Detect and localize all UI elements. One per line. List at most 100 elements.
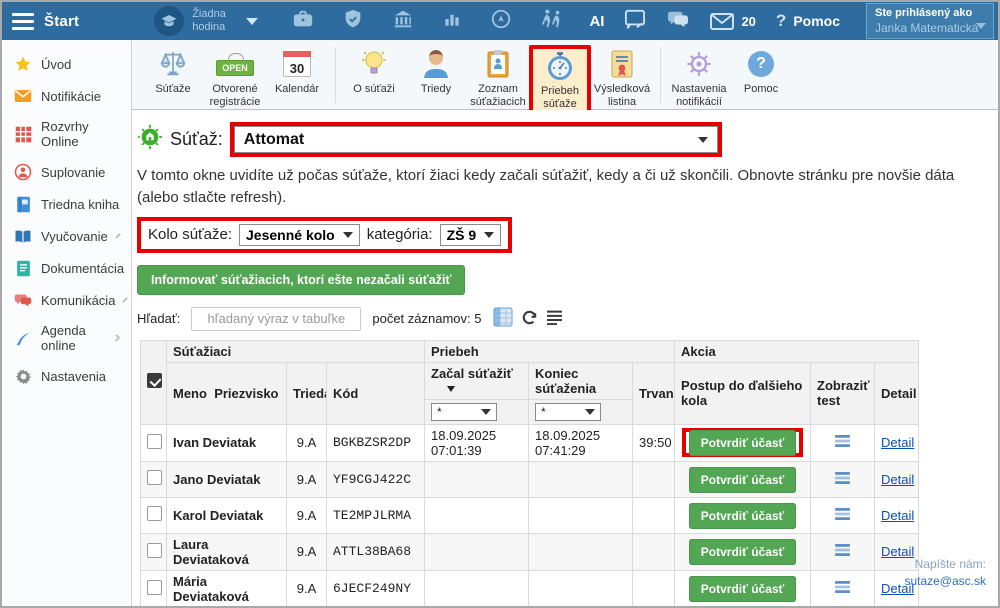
start-time <box>425 461 529 497</box>
show-test-icon[interactable] <box>835 472 850 487</box>
category-select[interactable]: ZŠ 9 <box>440 224 502 246</box>
row-checkbox[interactable] <box>147 580 162 595</box>
column-header-start[interactable]: Začal súťažiť <box>425 362 529 399</box>
sidebar-item-rozvrhy-online[interactable]: Rozvrhy Online <box>2 112 131 156</box>
competitor-name: Ivan Deviatak <box>167 424 287 461</box>
show-test-icon[interactable] <box>835 581 850 596</box>
category-label: kategória: <box>367 226 433 243</box>
start-filter-cell: * <box>425 399 529 424</box>
column-header-show-test[interactable]: Zobraziť test <box>811 362 875 424</box>
column-header-code[interactable]: Kód <box>327 362 425 424</box>
column-header-end[interactable]: Koniec súťaženia <box>529 362 633 399</box>
sidebar-item-label: Dokumentácia <box>41 261 124 276</box>
sidebar-item-label: Komunikácia <box>41 293 115 308</box>
toolbar-item-label: O súťaži <box>353 83 394 96</box>
column-header-first-name[interactable]: Meno Priezvisko <box>167 362 287 424</box>
table-row: Jano Deviatak 9.A YF9CGJ422C Potvrdiť úč… <box>141 461 919 497</box>
sidebar-item-notifikacie[interactable]: Notifikácie <box>2 80 131 112</box>
column-header-class[interactable]: Trieda <box>287 362 327 424</box>
toolbar-divider <box>335 47 336 103</box>
toolbar-item-zoznam-sutaziacich[interactable]: Zoznam súťažiacich <box>467 45 529 109</box>
bank-building-icon[interactable] <box>392 8 414 35</box>
sidebar-item-label: Vyučovanie <box>41 229 108 244</box>
confirm-participation-button[interactable]: Potvrdiť účasť <box>689 503 797 529</box>
show-test-icon[interactable] <box>835 544 850 559</box>
contact-email-link[interactable]: sutaze@asc.sk <box>904 573 986 590</box>
graduation-cap-icon[interactable] <box>154 6 184 36</box>
ai-assistant-button[interactable]: AI <box>589 13 604 30</box>
stopwatch-icon <box>546 49 574 83</box>
detail-link[interactable]: Detail <box>881 435 914 450</box>
start-menu-label[interactable]: Štart <box>44 13 79 30</box>
sidebar-item-nastavenia[interactable]: Nastavenia <box>2 360 131 392</box>
sidebar-item-label: Triedna kniha <box>41 197 119 212</box>
column-header-last-name: Priezvisko <box>214 386 278 401</box>
row-checkbox[interactable] <box>147 506 162 521</box>
search-input[interactable] <box>191 307 361 331</box>
toolbar-item-o-sutazi[interactable]: O súťaži <box>343 45 405 96</box>
sidebar-item-uvod[interactable]: Úvod <box>2 48 131 80</box>
start-filter-select[interactable]: * <box>431 403 497 421</box>
round-select[interactable]: Jesenné kolo <box>239 224 360 246</box>
help-button[interactable]: ? Pomoc <box>776 11 840 31</box>
toolbar-item-kalendar[interactable]: 30 Kalendár <box>266 45 328 96</box>
toolbar-item-pomoc[interactable]: ? Pomoc <box>730 45 792 96</box>
detail-link[interactable]: Detail <box>881 472 914 487</box>
competitor-name: Laura Deviataková <box>167 533 287 570</box>
show-test-icon[interactable] <box>835 508 850 523</box>
toolbar-item-label: Nastavenia notifikácií <box>668 83 730 109</box>
group-header-progress: Priebeh <box>425 340 675 362</box>
refresh-icon[interactable] <box>521 309 538 329</box>
bar-chart-icon[interactable] <box>442 9 462 34</box>
hamburger-menu-icon[interactable] <box>12 13 34 30</box>
sidebar-item-dokumentacia[interactable]: Dokumentácia <box>2 252 131 284</box>
end-filter-select[interactable]: * <box>535 403 601 421</box>
row-checkbox[interactable] <box>147 434 162 449</box>
chat-bubbles-icon[interactable] <box>666 9 690 34</box>
toolbar-item-otvorene-registracie[interactable]: OPEN Otvorené registrácie <box>204 45 266 109</box>
shield-check-icon[interactable] <box>342 8 364 35</box>
logged-in-user-selector[interactable]: Ste prihlásený ako Janka Matematická <box>866 3 994 39</box>
briefcase-icon[interactable] <box>292 8 314 35</box>
current-lesson-label: Žiadna hodina <box>192 8 240 33</box>
row-checkbox[interactable] <box>147 543 162 558</box>
sidebar-item-komunikacia[interactable]: Komunikácia <box>2 284 131 316</box>
column-header-detail[interactable]: Detail <box>875 362 919 424</box>
toolbar-item-nastavenia-notifikacii[interactable]: Nastavenia notifikácií <box>668 45 730 109</box>
current-lesson-selector[interactable]: Žiadna hodina <box>192 8 258 33</box>
competitor-name: Jano Deviatak <box>167 461 287 497</box>
column-settings-icon[interactable] <box>493 307 513 330</box>
detail-link[interactable]: Detail <box>881 508 914 523</box>
sidebar-item-suplovanie[interactable]: Suplovanie <box>2 156 131 188</box>
column-header-duration[interactable]: Trvanie <box>633 362 675 424</box>
confirm-participation-button[interactable]: Potvrdiť účasť <box>689 539 797 565</box>
toolbar-item-priebeh-sutaze-highlighted[interactable]: Priebeh súťaže <box>529 45 591 115</box>
competition-toolbar: Súťaže OPEN Otvorené registrácie 30 Kale… <box>132 40 998 110</box>
competition-select[interactable]: Attomat <box>234 126 718 153</box>
show-test-icon[interactable] <box>835 435 850 450</box>
toolbar-item-vysledkova-listina[interactable]: Výsledková listina <box>591 45 653 109</box>
walking-people-icon[interactable] <box>540 8 564 35</box>
column-header-advance[interactable]: Postup do ďalšieho kola <box>675 362 811 424</box>
chevron-down-icon <box>481 409 491 415</box>
app-window: Štart Žiadna hodina AI 20 ? <box>0 0 1000 608</box>
confirm-participation-button[interactable]: Potvrdiť účasť <box>689 430 797 456</box>
lightbulb-icon <box>361 47 387 81</box>
list-view-icon[interactable] <box>546 310 563 328</box>
mail-button[interactable]: 20 <box>710 13 755 30</box>
inform-competitors-button[interactable]: Informovať súťažiacich, ktorí ešte nezač… <box>137 265 465 295</box>
confirm-participation-button[interactable]: Potvrdiť účasť <box>689 576 797 602</box>
select-all-checkbox[interactable] <box>147 373 162 388</box>
row-checkbox[interactable] <box>147 470 162 485</box>
sidebar-item-agenda-online[interactable]: Agenda online <box>2 316 131 360</box>
toolbar-item-triedy[interactable]: Triedy <box>405 45 467 96</box>
screen-cast-icon[interactable] <box>624 9 646 34</box>
compass-navigation-icon[interactable] <box>490 8 512 35</box>
group-header-competitors: Súťažiaci <box>167 340 425 362</box>
toolbar-item-label: Súťaže <box>155 83 190 96</box>
toolbar-item-sutaze[interactable]: Súťaže <box>142 45 204 96</box>
document-icon <box>14 259 32 277</box>
sidebar-item-vyucovanie[interactable]: Vyučovanie <box>2 220 131 252</box>
confirm-participation-button[interactable]: Potvrdiť účasť <box>689 467 797 493</box>
sidebar-item-triedna-kniha[interactable]: Triedna kniha <box>2 188 131 220</box>
